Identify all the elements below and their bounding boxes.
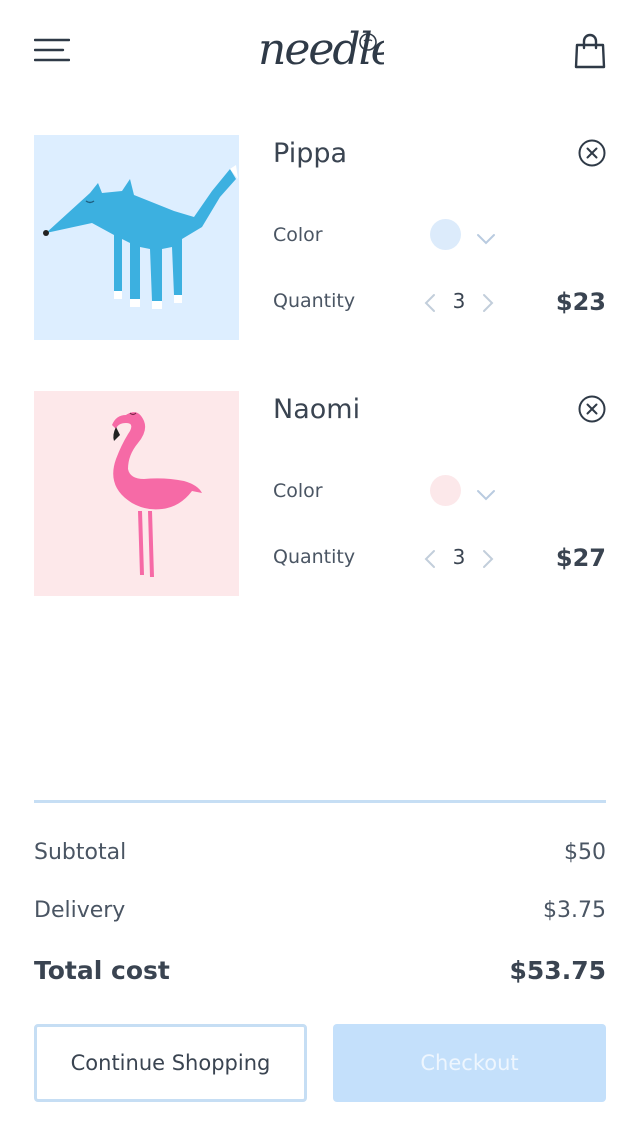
total-cost-label: Total cost bbox=[34, 956, 170, 985]
flamingo-toy-illustration bbox=[112, 412, 202, 577]
continue-shopping-label: Continue Shopping bbox=[70, 1051, 271, 1075]
delivery-value: $3.75 bbox=[543, 898, 606, 923]
product-image-naomi[interactable] bbox=[34, 391, 239, 596]
chevron-down-icon[interactable] bbox=[476, 230, 496, 245]
remove-item-icon[interactable] bbox=[578, 395, 606, 423]
quantity-value: 3 bbox=[452, 289, 466, 313]
quantity-label: Quantity bbox=[273, 290, 356, 312]
chevron-left-icon[interactable] bbox=[423, 293, 437, 313]
product-image-pippa[interactable] bbox=[34, 135, 239, 340]
chevron-right-icon[interactable] bbox=[481, 293, 495, 313]
subtotal-value: $50 bbox=[564, 840, 606, 865]
fox-toy-illustration bbox=[43, 165, 238, 309]
needle-logo[interactable]: needle bbox=[256, 12, 398, 75]
shopping-bag-icon[interactable] bbox=[573, 33, 607, 69]
item-price: $27 bbox=[555, 544, 606, 572]
hamburger-menu-icon[interactable] bbox=[33, 38, 71, 64]
color-swatch[interactable] bbox=[430, 475, 461, 506]
quantity-value: 3 bbox=[452, 545, 466, 569]
continue-shopping-button[interactable]: Continue Shopping bbox=[34, 1024, 307, 1102]
logo-wordmark: needle bbox=[258, 24, 384, 72]
item-price: $23 bbox=[555, 288, 606, 316]
chevron-down-icon[interactable] bbox=[476, 486, 496, 501]
chevron-right-icon[interactable] bbox=[481, 549, 495, 569]
total-cost-value: $53.75 bbox=[509, 956, 606, 985]
remove-item-icon[interactable] bbox=[578, 139, 606, 167]
checkout-label: Checkout bbox=[420, 1051, 519, 1075]
product-name: Naomi bbox=[273, 394, 361, 425]
product-name: Pippa bbox=[273, 138, 348, 169]
color-label: Color bbox=[273, 480, 323, 502]
quantity-label: Quantity bbox=[273, 546, 356, 568]
checkout-button[interactable]: Checkout bbox=[333, 1024, 606, 1102]
chevron-left-icon[interactable] bbox=[423, 549, 437, 569]
summary-divider bbox=[34, 800, 606, 803]
color-swatch[interactable] bbox=[430, 219, 461, 250]
delivery-label: Delivery bbox=[34, 898, 126, 923]
color-label: Color bbox=[273, 224, 323, 246]
subtotal-label: Subtotal bbox=[34, 840, 127, 865]
